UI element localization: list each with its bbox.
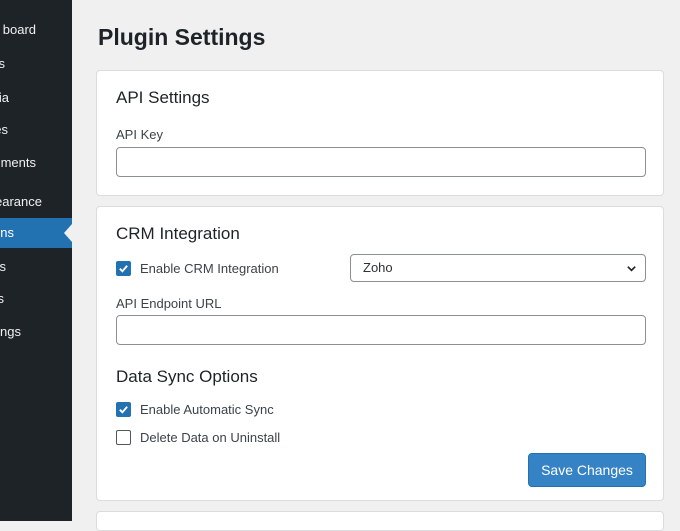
api-endpoint-label: API Endpoint URL — [116, 296, 222, 311]
checkmark-icon — [119, 264, 128, 273]
auto-sync-checkbox[interactable] — [116, 401, 131, 417]
sidebar-item-label: s — [0, 259, 6, 274]
sidebar-item-comments[interactable]: ments — [0, 148, 72, 178]
enable-crm-label: Enable CRM Integration — [140, 260, 279, 276]
sidebar-item-pages[interactable]: es — [0, 115, 72, 145]
api-key-label: API Key — [116, 127, 163, 142]
chevron-down-icon — [627, 266, 636, 272]
sidebar-item-label: es — [0, 122, 8, 137]
sidebar-item-label: s — [0, 56, 5, 71]
api-settings-card: API Settings API Key — [96, 70, 664, 196]
next-settings-card — [96, 511, 664, 531]
auto-sync-label: Enable Automatic Sync — [140, 401, 274, 417]
delete-data-label: Delete Data on Uninstall — [140, 429, 281, 445]
save-changes-button[interactable]: Save Changes — [528, 453, 646, 487]
sidebar-item-appearance[interactable]: earance — [0, 187, 72, 217]
api-key-input[interactable] — [116, 147, 646, 177]
sidebar-item-posts[interactable]: s — [0, 49, 72, 79]
sidebar-item-label: board — [2, 22, 36, 37]
delete-data-row: Delete Data on Uninstall — [116, 428, 280, 446]
sidebar-item-plugins[interactable]: ns — [0, 218, 72, 248]
admin-sidebar: board s ia es ments earance ns s s ngs — [0, 0, 72, 521]
crm-integration-title: CRM Integration — [116, 224, 240, 243]
api-settings-title: API Settings — [116, 88, 210, 107]
sidebar-item-settings[interactable]: ngs — [0, 317, 72, 347]
crm-integration-card: CRM Integration Enable CRM Integration Z… — [96, 206, 664, 501]
sidebar-item-label: ngs — [0, 324, 21, 339]
crm-provider-value: Zoho — [363, 260, 393, 275]
data-sync-title: Data Sync Options — [116, 367, 258, 386]
sidebar-item-tools[interactable]: s — [0, 284, 72, 314]
sidebar-item-label: earance — [0, 194, 42, 209]
sidebar-item-label: ia — [0, 90, 9, 105]
main-content: Plugin Settings API Settings API Key CRM… — [72, 0, 680, 531]
sidebar-item-users[interactable]: s — [0, 252, 72, 282]
checkmark-icon — [119, 405, 128, 414]
auto-sync-row: Enable Automatic Sync — [116, 400, 274, 418]
page-title: Plugin Settings — [98, 24, 266, 50]
sidebar-item-label: s — [0, 291, 4, 306]
enable-crm-checkbox[interactable] — [116, 260, 131, 276]
sidebar-item-dashboard[interactable]: board — [0, 15, 72, 45]
crm-provider-select[interactable]: Zoho — [350, 254, 646, 282]
api-endpoint-input[interactable] — [116, 315, 646, 345]
sidebar-item-label: ments — [0, 155, 36, 170]
current-menu-arrow-icon — [64, 224, 72, 242]
sidebar-item-media[interactable]: ia — [0, 83, 72, 113]
enable-crm-row: Enable CRM Integration — [116, 259, 279, 277]
delete-data-checkbox[interactable] — [116, 429, 131, 445]
sidebar-item-label: ns — [0, 225, 14, 240]
